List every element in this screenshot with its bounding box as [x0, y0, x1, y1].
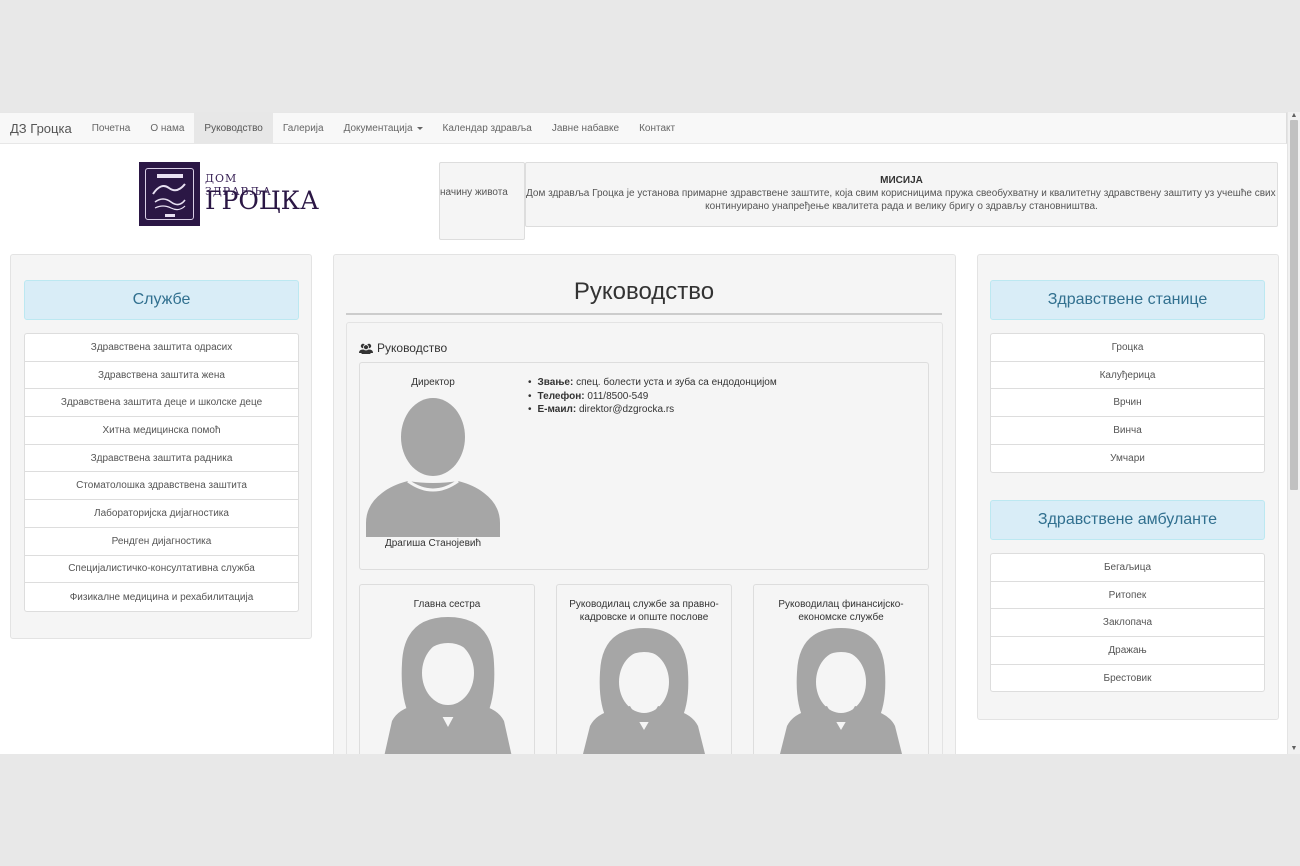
female-avatar-icon — [780, 628, 902, 754]
clinics-list: Бегаљица Ритопек Заклопача Дражањ Бресто… — [990, 553, 1265, 692]
news-ticker: начину живота — [439, 162, 525, 240]
director-details: Звање: спец. болести уста и зуба са ендо… — [528, 376, 777, 417]
users-icon — [359, 343, 373, 354]
station-item-vinca[interactable]: Винча — [991, 417, 1264, 445]
section-heading-label: Руководство — [377, 341, 448, 355]
services-list: Здравствена заштита одрасих Здравствена … — [24, 333, 299, 612]
services-heading: Службе — [24, 280, 299, 320]
staff-role-finance: Руководилац финансијско-економске службе — [778, 599, 904, 623]
nav-home[interactable]: Почетна — [82, 113, 141, 143]
male-avatar-icon — [366, 398, 500, 537]
clinic-item-brestovik[interactable]: Брестовик — [991, 665, 1264, 693]
service-item-physical[interactable]: Физикалне медицина и рехабилитација — [25, 583, 298, 611]
station-item-kaludjerica[interactable]: Калуђерица — [991, 362, 1264, 390]
page-title: Руководство — [573, 278, 715, 305]
female-avatar-icon — [583, 628, 705, 754]
staff-role-legal: Руководилац службе за правно-кадровске и… — [569, 599, 719, 623]
nav-management[interactable]: Руководство — [194, 113, 273, 143]
mission-box: МИСИЈА Дом здравља Гроцка је установа пр… — [525, 162, 1278, 227]
scrollbar-thumb[interactable] — [1290, 120, 1298, 490]
nav-documentation[interactable]: Документација — [334, 113, 433, 143]
navbar: ДЗ Гроцка Почетна О нама Руководство Гал… — [0, 112, 1287, 144]
nav-gallery[interactable]: Галерија — [273, 113, 334, 143]
ticker-text: начину живота — [440, 187, 508, 198]
service-item-dental[interactable]: Стоматолошка здравствена заштита — [25, 472, 298, 501]
browser-viewport: ДЗ Гроцка Почетна О нама Руководство Гал… — [0, 112, 1300, 754]
mission-line1: Дом здравља Гроцка је установа примарне … — [526, 188, 1278, 199]
site-logo[interactable]: ДОМ ЗДРАВЉА ГРОЦКА — [139, 162, 319, 227]
logo-line2: ГРОЦКА — [205, 186, 319, 215]
service-item-specialist[interactable]: Специјалистичко-консултативна служба — [25, 556, 298, 584]
nav-health-calendar[interactable]: Календар здравља — [433, 113, 542, 143]
scroll-down-arrow-icon[interactable]: ▼ — [1288, 745, 1300, 753]
director-email: E-маил: direktor@dzgrocka.rs — [528, 403, 777, 417]
nav-about[interactable]: О нама — [140, 113, 194, 143]
director-phone: Телефон: 011/8500-549 — [528, 390, 777, 404]
service-item-emergency[interactable]: Хитна медицинска помоћ — [25, 417, 298, 445]
nav-procurement[interactable]: Јавне набавке — [542, 113, 629, 143]
clinic-item-drazanj[interactable]: Дражањ — [991, 637, 1264, 665]
service-item-children[interactable]: Здравствена заштита деце и школске деце — [25, 389, 298, 418]
title-divider — [346, 313, 942, 315]
service-item-adults[interactable]: Здравствена заштита одрасих — [25, 334, 298, 362]
director-rank: Звање: спец. болести уста и зуба са ендо… — [528, 376, 777, 390]
service-item-women[interactable]: Здравствена заштита жена — [25, 362, 298, 390]
mission-line2: континуирано унапређење квалитета рада и… — [705, 201, 1098, 212]
mission-title: МИСИЈА — [880, 175, 923, 186]
section-heading: Руководство — [359, 341, 447, 355]
logo-seal-icon — [139, 162, 200, 226]
stations-heading: Здравствене станице — [990, 280, 1265, 320]
service-item-workers[interactable]: Здравствена заштита радника — [25, 445, 298, 473]
scroll-up-arrow-icon[interactable]: ▲ — [1288, 112, 1300, 120]
clinic-item-ritopek[interactable]: Ритопек — [991, 582, 1264, 610]
station-item-grocka[interactable]: Гроцка — [991, 334, 1264, 362]
service-item-laboratory[interactable]: Лабораторијска дијагностика — [25, 500, 298, 528]
stations-list: Гроцка Калуђерица Врчин Винча Умчари — [990, 333, 1265, 473]
clinic-item-zaklopaca[interactable]: Заклопача — [991, 609, 1264, 638]
director-role: Директор — [411, 377, 455, 388]
nav-documentation-label: Документација — [343, 122, 413, 134]
staff-role-head-nurse: Главна сестра — [413, 599, 481, 610]
caret-down-icon — [416, 126, 423, 130]
clinics-heading: Здравствене амбуланте — [990, 500, 1265, 540]
brand-link[interactable]: ДЗ Гроцка — [0, 113, 82, 143]
station-item-umcari[interactable]: Умчари — [991, 445, 1264, 473]
station-item-vrcin[interactable]: Врчин — [991, 389, 1264, 418]
vertical-scrollbar[interactable]: ▲ ▼ — [1287, 112, 1300, 754]
service-item-xray[interactable]: Рендген дијагностика — [25, 528, 298, 556]
female-avatar-icon — [384, 617, 512, 754]
nav-contact[interactable]: Контакт — [629, 113, 685, 143]
director-name: Драгиша Станојевић — [384, 538, 482, 549]
clinic-item-begaljica[interactable]: Бегаљица — [991, 554, 1264, 582]
